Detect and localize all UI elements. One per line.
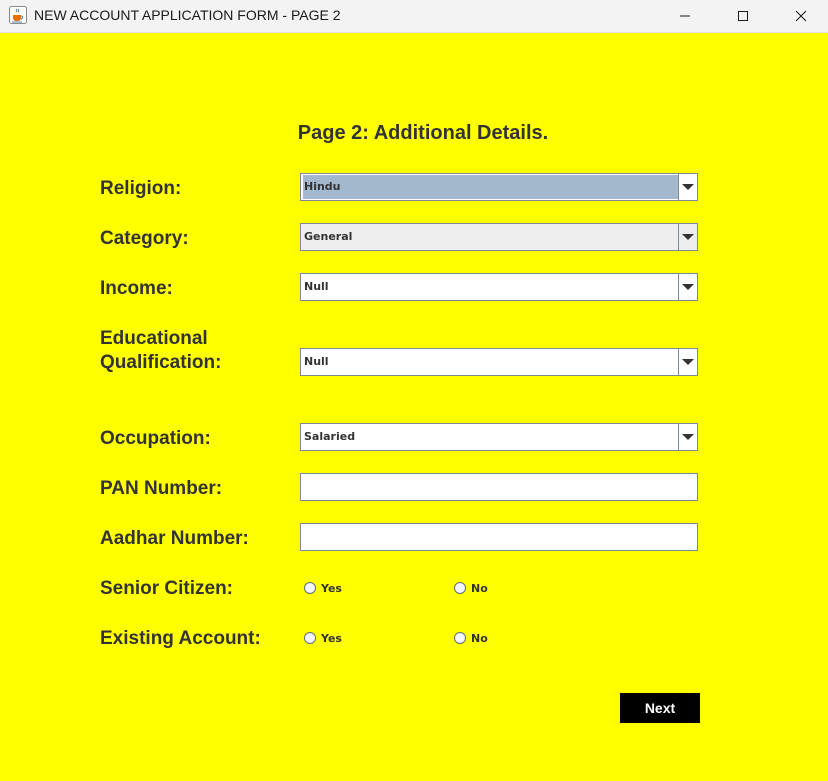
occupation-dropdown[interactable]: Salaried	[300, 423, 698, 451]
form-panel: Page 2: Additional Details. Religion: Hi…	[0, 33, 828, 781]
window-title: NEW ACCOUNT APPLICATION FORM - PAGE 2	[34, 7, 341, 23]
income-value: Null	[304, 280, 329, 293]
chevron-down-icon	[682, 284, 694, 290]
window-titlebar: NEW ACCOUNT APPLICATION FORM - PAGE 2	[0, 0, 828, 33]
senior-citizen-yes-radio[interactable]: Yes	[304, 580, 342, 596]
income-label: Income:	[100, 278, 173, 299]
pan-number-field[interactable]	[300, 473, 698, 501]
senior-citizen-yes-label: Yes	[321, 581, 342, 595]
maximize-icon	[738, 11, 748, 21]
education-value: Null	[304, 355, 329, 368]
pan-label: PAN Number:	[100, 478, 223, 499]
chevron-down-icon	[682, 184, 694, 190]
existing-account-yes-label: Yes	[321, 631, 342, 645]
chevron-down-icon	[682, 359, 694, 365]
java-cup-icon	[9, 6, 27, 24]
close-button[interactable]	[778, 0, 824, 32]
aadhar-number-field[interactable]	[300, 523, 698, 551]
education-label-line1: Educational	[100, 328, 208, 349]
education-label-line2: Qualification:	[100, 352, 222, 373]
occupation-value: Salaried	[304, 430, 356, 443]
radio-circle-icon	[454, 582, 466, 594]
chevron-down-icon	[682, 234, 694, 240]
close-icon	[795, 10, 807, 22]
existing-account-no-radio[interactable]: No	[454, 630, 488, 646]
occupation-label: Occupation:	[100, 428, 211, 449]
occupation-dropdown-arrow[interactable]	[678, 424, 697, 450]
senior-citizen-label: Senior Citizen:	[100, 578, 234, 599]
minimize-icon	[680, 15, 690, 17]
chevron-down-icon	[682, 434, 694, 440]
aadhar-label: Aadhar Number:	[100, 528, 249, 549]
religion-label: Religion:	[100, 178, 182, 199]
minimize-button[interactable]	[662, 0, 708, 32]
senior-citizen-no-radio[interactable]: No	[454, 580, 488, 596]
existing-account-no-label: No	[471, 631, 488, 645]
radio-circle-icon	[454, 632, 466, 644]
radio-circle-icon	[304, 632, 316, 644]
education-dropdown[interactable]: Null	[300, 348, 698, 376]
religion-dropdown-arrow[interactable]	[678, 174, 697, 200]
maximize-button[interactable]	[720, 0, 766, 32]
income-dropdown-arrow[interactable]	[678, 274, 697, 300]
category-dropdown-arrow[interactable]	[678, 224, 697, 250]
page-title: Page 2: Additional Details.	[297, 122, 549, 144]
next-button[interactable]: Next	[620, 693, 700, 723]
radio-circle-icon	[304, 582, 316, 594]
senior-citizen-no-label: No	[471, 581, 488, 595]
category-dropdown[interactable]: General	[300, 223, 698, 251]
income-dropdown[interactable]: Null	[300, 273, 698, 301]
existing-account-yes-radio[interactable]: Yes	[304, 630, 342, 646]
category-label: Category:	[100, 228, 189, 249]
education-dropdown-arrow[interactable]	[678, 349, 697, 375]
category-value: General	[304, 230, 353, 243]
existing-account-label: Existing Account:	[100, 628, 261, 649]
religion-value: Hindu	[303, 175, 678, 199]
religion-dropdown[interactable]: Hindu	[300, 173, 698, 201]
